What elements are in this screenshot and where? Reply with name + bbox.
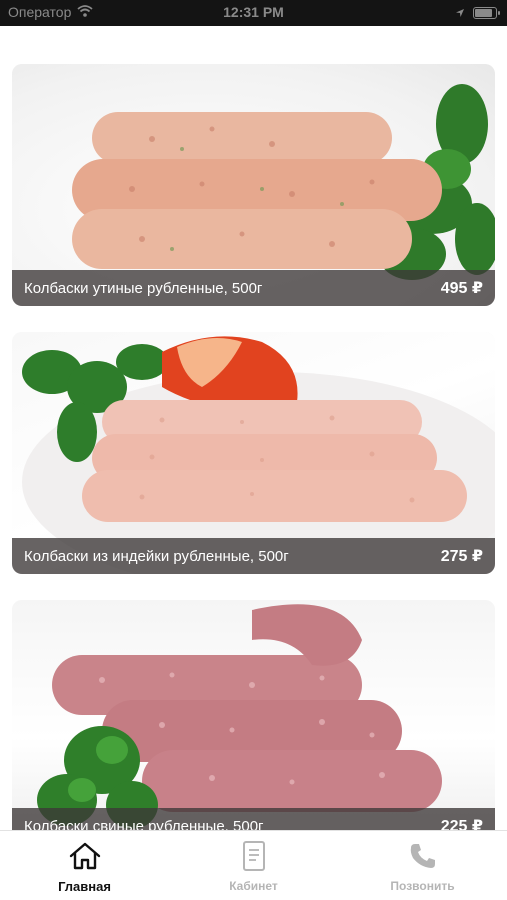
tab-call[interactable]: Позвонить — [338, 831, 507, 900]
product-price: 495 ₽ — [440, 280, 483, 297]
battery-level — [475, 9, 493, 17]
product-caption: Колбаски свиные рубленные, 500г 225 ₽ — [12, 808, 495, 830]
tab-home[interactable]: Главная — [0, 831, 169, 900]
product-title: Колбаски свиные рубленные, 500г — [24, 817, 264, 831]
tab-bar: Главная Кабинет Позвонить — [0, 830, 507, 900]
product-card-turkey[interactable]: Колбаски из индейки рубленные, 500г 275 … — [12, 332, 495, 574]
status-bar: Оператор 12:31 PM — [0, 0, 507, 26]
phone-icon — [406, 839, 440, 873]
product-price: 225 ₽ — [440, 818, 483, 830]
product-card-duck[interactable]: Колбаски утиные рубленные, 500г 495 ₽ — [12, 64, 495, 306]
product-photo — [12, 600, 495, 830]
product-title: Колбаски из индейки рубленные, 500г — [24, 547, 289, 565]
pork-sausages-image — [37, 604, 442, 829]
product-card-pork[interactable]: Колбаски свиные рубленные, 500г 225 ₽ — [12, 600, 495, 830]
location-arrow-icon — [455, 5, 465, 21]
battery-icon — [473, 7, 500, 19]
status-right — [455, 5, 500, 21]
product-price: 275 ₽ — [440, 548, 483, 565]
status-time: 12:31 PM — [223, 4, 284, 20]
document-icon — [237, 839, 271, 873]
tab-label: Главная — [58, 879, 111, 894]
product-caption: Колбаски утиные рубленные, 500г 495 ₽ — [12, 270, 495, 306]
product-feed[interactable]: Колбаски утиные рубленные, 500г 495 ₽ Ко… — [0, 26, 507, 830]
product-title: Колбаски утиные рубленные, 500г — [24, 279, 263, 297]
tab-cabinet[interactable]: Кабинет — [169, 831, 338, 900]
tab-label: Кабинет — [229, 879, 278, 893]
product-caption: Колбаски из индейки рубленные, 500г 275 … — [12, 538, 495, 574]
tab-label: Позвонить — [390, 879, 455, 893]
home-icon — [68, 839, 102, 873]
